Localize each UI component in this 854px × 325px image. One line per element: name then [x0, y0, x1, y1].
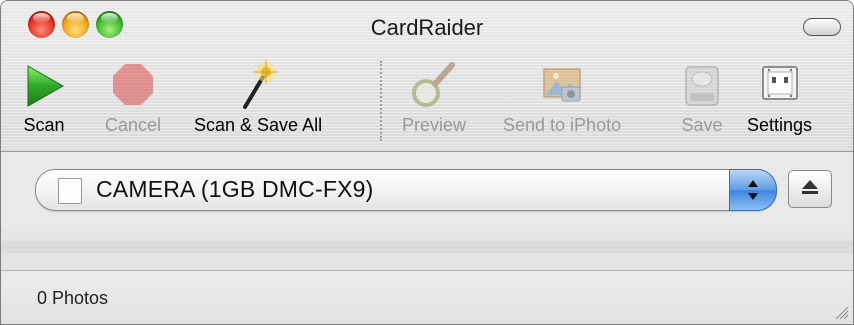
scan-save-all-button[interactable]: Scan & Save All: [194, 57, 322, 136]
card-icon: [58, 178, 82, 204]
save-button[interactable]: Save: [677, 57, 727, 136]
window-title: CardRaider: [370, 15, 484, 40]
scan-button[interactable]: Scan: [19, 57, 69, 136]
cancel-button[interactable]: Cancel: [105, 57, 161, 136]
photo-list[interactable]: [1, 228, 853, 271]
settings-button[interactable]: Settings: [747, 57, 812, 136]
stop-icon: [108, 57, 158, 113]
preview-label: Preview: [402, 115, 467, 135]
photo-count: 0 Photos: [37, 288, 109, 308]
toolbar-toggle-button[interactable]: [803, 18, 841, 36]
settings-switch-icon: [755, 57, 805, 113]
magic-wand-icon: [233, 57, 283, 113]
scan-label: Scan: [23, 115, 65, 135]
title-toolbar: CardRaider Scan Cancel Scan & Save All P…: [1, 1, 853, 152]
disk-icon: [677, 57, 727, 113]
status-bar: 0 Photos: [1, 271, 853, 324]
popup-arrows-icon: [729, 169, 777, 211]
settings-label: Settings: [747, 115, 813, 135]
cardraider-window: CardRaider Scan Cancel Scan & Save All P…: [0, 0, 854, 325]
save-label: Save: [681, 115, 723, 135]
resize-grip-icon[interactable]: [833, 304, 849, 320]
preview-button[interactable]: Preview: [402, 57, 466, 136]
scan-save-all-label: Scan & Save All: [194, 115, 323, 135]
eject-icon: [801, 179, 819, 200]
device-popup[interactable]: CAMERA (1GB DMC-FX9): [35, 169, 777, 211]
device-popup-value: CAMERA (1GB DMC-FX9): [96, 176, 374, 202]
eject-button[interactable]: [788, 170, 832, 208]
toolbar-separator: [380, 61, 382, 141]
play-icon: [19, 57, 69, 113]
send-to-iphoto-label: Send to iPhoto: [503, 115, 622, 135]
iphoto-icon: [534, 57, 590, 113]
device-selector-row: CAMERA (1GB DMC-FX9): [1, 152, 853, 228]
send-to-iphoto-button[interactable]: Send to iPhoto: [503, 57, 621, 136]
magnifier-icon: [406, 57, 462, 113]
cancel-label: Cancel: [105, 115, 162, 135]
